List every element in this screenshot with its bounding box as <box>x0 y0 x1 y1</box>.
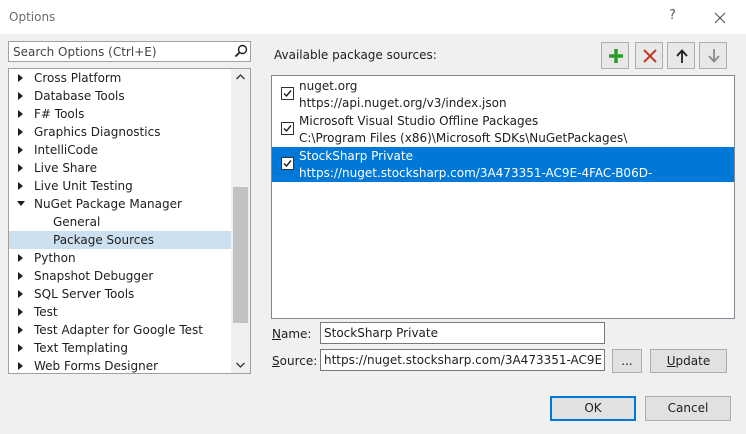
close-button[interactable] <box>708 8 732 28</box>
tree-item[interactable]: Live Unit Testing <box>9 177 231 195</box>
arrow-up-icon <box>676 49 688 63</box>
package-sources-list: nuget.org https://api.nuget.org/v3/index.… <box>271 75 735 319</box>
collapsed-arrow-icon[interactable] <box>18 362 23 370</box>
tree-item[interactable]: Live Share <box>9 159 231 177</box>
name-label: Name: <box>272 327 312 341</box>
tree-item-label: Snapshot Debugger <box>34 269 154 283</box>
tree-item-label: Text Templating <box>34 341 129 355</box>
tree-item-label: Test Adapter for Google Test <box>34 323 203 337</box>
tree-item-label: SQL Server Tools <box>34 287 135 301</box>
remove-source-button[interactable] <box>635 42 663 69</box>
add-source-button[interactable] <box>601 42 629 69</box>
plus-icon <box>609 49 623 63</box>
source-name: nuget.org <box>299 79 358 93</box>
source-url: C:\Program Files (x86)\Microsoft SDKs\Nu… <box>299 131 628 145</box>
source-url: https://nuget.stocksharp.com/3A473351-AC… <box>299 166 653 194</box>
collapsed-arrow-icon[interactable] <box>18 272 23 280</box>
collapsed-arrow-icon[interactable] <box>18 344 23 352</box>
available-sources-label: Available package sources: <box>274 48 437 62</box>
tree-item[interactable]: General <box>9 213 231 231</box>
options-tree: Cross Platform Database Tools F# Tools Grap… <box>8 68 251 374</box>
title-bar: Options ? <box>0 0 746 34</box>
collapsed-arrow-icon[interactable] <box>18 308 23 316</box>
checkmark-icon <box>283 160 292 168</box>
source-name: StockSharp Private <box>299 149 413 163</box>
close-icon <box>714 12 726 24</box>
tree-item[interactable]: Text Templating <box>9 339 231 357</box>
tree-item[interactable]: F# Tools <box>9 105 231 123</box>
source-enabled-checkbox[interactable] <box>281 87 294 100</box>
source-item[interactable]: StockSharp Private https://nuget.stocksha… <box>272 147 734 194</box>
checkmark-icon <box>283 90 292 98</box>
move-down-button[interactable] <box>699 42 727 69</box>
collapsed-arrow-icon[interactable] <box>18 110 23 118</box>
collapsed-arrow-icon[interactable] <box>18 74 23 82</box>
source-name: Microsoft Visual Studio Offline Packages <box>299 114 539 128</box>
collapsed-arrow-icon[interactable] <box>18 182 23 190</box>
browse-button[interactable]: ... <box>612 349 642 373</box>
tree-item-label: Live Share <box>34 161 97 175</box>
scroll-down-button[interactable] <box>231 356 250 373</box>
tree-item-label: IntelliCode <box>34 143 98 157</box>
checkmark-icon <box>283 125 292 133</box>
tree-item[interactable]: SQL Server Tools <box>9 285 231 303</box>
scroll-thumb[interactable] <box>233 187 248 323</box>
tree-item[interactable]: Package Sources <box>9 231 231 249</box>
collapsed-arrow-icon[interactable] <box>18 146 23 154</box>
source-item[interactable]: Microsoft Visual Studio Offline Packages… <box>272 112 734 147</box>
tree-item-label: Cross Platform <box>34 71 122 85</box>
tree-item[interactable]: Graphics Diagnostics <box>9 123 231 141</box>
collapsed-arrow-icon[interactable] <box>18 290 23 298</box>
tree-item[interactable]: Cross Platform <box>9 69 231 87</box>
tree-item[interactable]: Web Forms Designer <box>9 357 231 373</box>
tree-item-label: Live Unit Testing <box>34 179 133 193</box>
search-box <box>8 41 251 62</box>
tree-item-label: Package Sources <box>53 233 155 247</box>
collapsed-arrow-icon[interactable] <box>18 164 23 172</box>
collapsed-arrow-icon[interactable] <box>18 128 23 136</box>
tree-item[interactable]: Test Adapter for Google Test <box>9 321 231 339</box>
source-enabled-checkbox[interactable] <box>281 157 294 170</box>
source-url: https://api.nuget.org/v3/index.json <box>299 96 507 110</box>
tree-item-label: General <box>53 215 101 229</box>
tree-item[interactable]: Python <box>9 249 231 267</box>
help-button[interactable]: ? <box>669 8 676 23</box>
tree-item-label: NuGet Package Manager <box>34 197 182 211</box>
tree-item-label: Python <box>34 251 76 265</box>
move-up-button[interactable] <box>667 42 695 69</box>
tree-item[interactable]: Test <box>9 303 231 321</box>
tree-item[interactable]: NuGet Package Manager <box>9 195 231 213</box>
source-item[interactable]: nuget.org https://api.nuget.org/v3/index.… <box>272 77 734 112</box>
source-field[interactable] <box>320 349 605 371</box>
source-label: Source: <box>272 354 318 368</box>
arrow-down-icon <box>708 49 720 63</box>
cancel-button[interactable]: Cancel <box>645 396 731 421</box>
collapsed-arrow-icon[interactable] <box>18 254 23 262</box>
collapsed-arrow-icon[interactable] <box>18 326 23 334</box>
search-icon[interactable] <box>234 44 248 59</box>
tree-item-label: F# Tools <box>34 107 85 121</box>
collapsed-arrow-icon[interactable] <box>18 92 23 100</box>
tree-item-label: Graphics Diagnostics <box>34 125 161 139</box>
chevron-up-icon <box>236 74 245 80</box>
source-enabled-checkbox[interactable] <box>281 122 294 135</box>
tree-scrollbar[interactable] <box>231 69 250 373</box>
tree-item[interactable]: IntelliCode <box>9 141 231 159</box>
chevron-down-icon <box>236 362 245 368</box>
tree-item-label: Web Forms Designer <box>34 359 159 373</box>
tree-item[interactable]: Snapshot Debugger <box>9 267 231 285</box>
update-button[interactable]: Update <box>650 349 727 373</box>
x-icon <box>643 49 657 63</box>
expanded-arrow-icon[interactable] <box>17 201 25 206</box>
window-title: Options <box>9 10 56 24</box>
tree-item-label: Test <box>34 305 58 319</box>
tree-item-label: Database Tools <box>34 89 125 103</box>
name-field[interactable] <box>320 322 605 344</box>
scroll-up-button[interactable] <box>231 69 250 86</box>
search-input[interactable] <box>9 42 229 61</box>
tree-item[interactable]: Database Tools <box>9 87 231 105</box>
ok-button[interactable]: OK <box>550 396 636 421</box>
